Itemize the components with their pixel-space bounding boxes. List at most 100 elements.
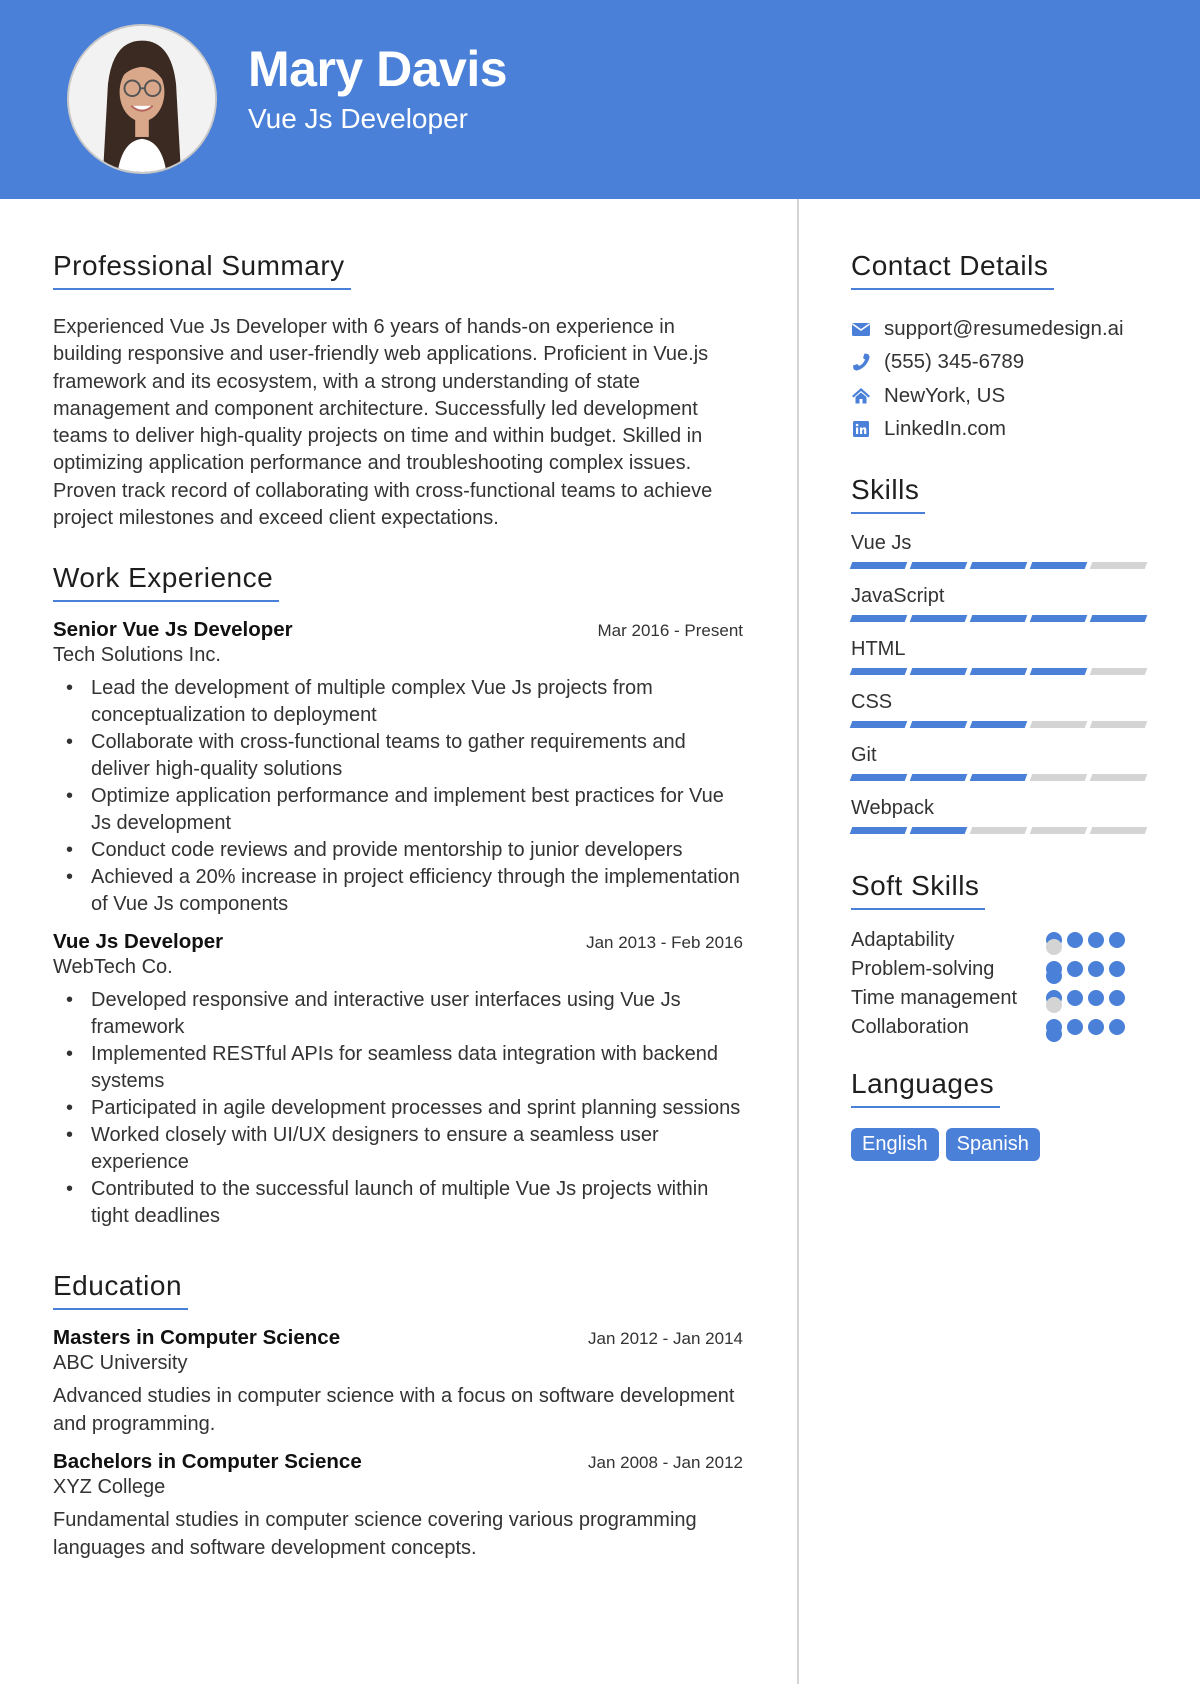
skill-item: Git [849,740,1161,781]
education-dates: Jan 2012 - Jan 2014 [587,1329,743,1349]
languages-heading: Languages [851,1068,1001,1108]
rating-dot-filled [1067,961,1083,977]
sidebar-column: Contact Details support@resumedesign.ai … [849,250,1161,1187]
skill-segment-filled [1089,615,1148,622]
soft-skills-list: Adaptability Problem-solving Time manageme… [851,926,1161,1042]
skill-segment-filled [849,774,908,781]
job-entry: Vue Js Developer Jan 2013 - Feb 2016 Web… [53,930,743,1230]
contact-location: NewYork, US [851,379,1161,413]
rating-dot-filled [1088,990,1104,1006]
job-title: Vue Js Developer [53,930,224,954]
school-name: XYZ College [53,1476,166,1499]
contact-linkedin[interactable]: LinkedIn.com [851,413,1161,447]
skill-segment-empty [1029,721,1088,728]
soft-skills-section: Soft Skills Adaptability Problem-solving T… [851,870,1161,1042]
soft-skill-name: Collaboration [851,1016,969,1038]
skill-level-bar [849,774,1161,781]
job-bullet: Contributed to the successful launch of … [53,1176,743,1230]
skill-segment-empty [1089,668,1148,675]
education-description: Advanced studies in computer science wit… [53,1385,735,1435]
soft-skill-rating [1046,926,1130,955]
skill-segment-empty [1089,721,1148,728]
skill-name: Git [851,744,877,766]
main-column: Professional Summary Experienced Vue Js … [53,250,743,1588]
candidate-name: Mary Davis [248,41,508,97]
profile-photo [67,24,217,174]
soft-skill-item: Time management [851,984,1161,1013]
skill-level-bar [849,668,1161,675]
soft-skill-item: Adaptability [851,926,1161,955]
degree-title: Masters in Computer Science [53,1326,341,1350]
language-badge: English [851,1128,939,1161]
education-entry: Masters in Computer Science Jan 2012 - J… [53,1326,743,1438]
skill-level-bar [849,721,1161,728]
job-company: Tech Solutions Inc. [53,644,221,667]
contact-text: LinkedIn.com [884,417,1006,441]
skill-item: CSS [849,687,1161,728]
job-bullet: Lead the development of multiple complex… [53,675,743,729]
job-bullet: Collaborate with cross-functional teams … [53,729,743,783]
job-company: WebTech Co. [53,956,173,979]
skill-name: HTML [851,638,906,660]
skill-segment-filled [969,668,1028,675]
summary-section: Professional Summary Experienced Vue Js … [53,250,743,532]
skill-segment-empty [969,827,1028,834]
summary-heading: Professional Summary [53,250,351,290]
skill-segment-filled [969,562,1028,569]
school-name: ABC University [53,1352,188,1375]
job-dates: Mar 2016 - Present [597,621,743,641]
skill-segment-empty [1089,562,1148,569]
job-entry: Senior Vue Js Developer Mar 2016 - Prese… [53,618,743,918]
resume-header: Mary Davis Vue Js Developer [0,0,1200,199]
education-heading: Education [53,1270,189,1311]
skills-section: Skills Vue Js JavaScript HTML CSS Git Webpack [849,474,1161,834]
job-bullets: Lead the development of multiple complex… [53,675,743,918]
job-dates: Jan 2013 - Feb 2016 [586,933,743,953]
contact-email[interactable]: support@resumedesign.ai [851,312,1161,346]
skill-segment-filled [849,668,908,675]
soft-skill-rating [1046,955,1130,984]
skill-item: JavaScript [849,581,1161,622]
education-entry: Bachelors in Computer Science Jan 2008 -… [53,1450,743,1562]
languages-section: Languages English Spanish [851,1068,1161,1161]
contact-text: NewYork, US [884,383,1006,407]
soft-skill-rating [1046,984,1130,1013]
soft-skill-name: Time management [851,987,1017,1009]
skill-segment-filled [849,721,908,728]
rating-dot-filled [1088,961,1104,977]
job-bullet: Developed responsive and interactive use… [53,987,743,1041]
skill-item: Vue Js [849,528,1161,569]
rating-dot-empty [1046,939,1062,955]
degree-title: Bachelors in Computer Science [53,1450,362,1474]
rating-dot-filled [1067,990,1083,1006]
job-bullet: Optimize application performance and imp… [53,783,743,837]
skill-segment-filled [1029,668,1088,675]
skill-segment-filled [909,562,968,569]
summary-text: Experienced Vue Js Developer with 6 year… [53,316,713,530]
rating-dot-filled [1088,1019,1104,1035]
job-bullet: Conduct code reviews and provide mentors… [53,837,743,864]
job-bullet: Implemented RESTful APIs for seamless da… [53,1041,743,1095]
experience-heading: Work Experience [53,562,280,603]
rating-dot-filled [1109,990,1125,1006]
skill-segment-empty [1029,774,1088,781]
contact-phone[interactable]: (555) 345-6789 [851,346,1161,380]
soft-skills-heading: Soft Skills [851,870,986,910]
envelope-icon [851,319,871,339]
soft-skill-name: Adaptability [851,929,955,951]
skill-segment-empty [1089,827,1148,834]
language-badge: Spanish [945,1128,1040,1161]
skill-segment-filled [849,615,908,622]
rating-dot-filled [1088,932,1104,948]
phone-icon [851,352,871,372]
soft-skill-item: Problem-solving [851,955,1161,984]
soft-skill-name: Problem-solving [851,958,995,980]
skill-segment-filled [909,668,968,675]
contact-list: support@resumedesign.ai (555) 345-6789 N… [851,312,1161,446]
skills-heading: Skills [851,474,926,514]
skill-segment-filled [969,615,1028,622]
skill-segment-filled [849,562,908,569]
job-title: Senior Vue Js Developer [53,618,293,642]
soft-skill-rating [1046,1013,1130,1042]
job-bullets: Developed responsive and interactive use… [53,987,743,1230]
